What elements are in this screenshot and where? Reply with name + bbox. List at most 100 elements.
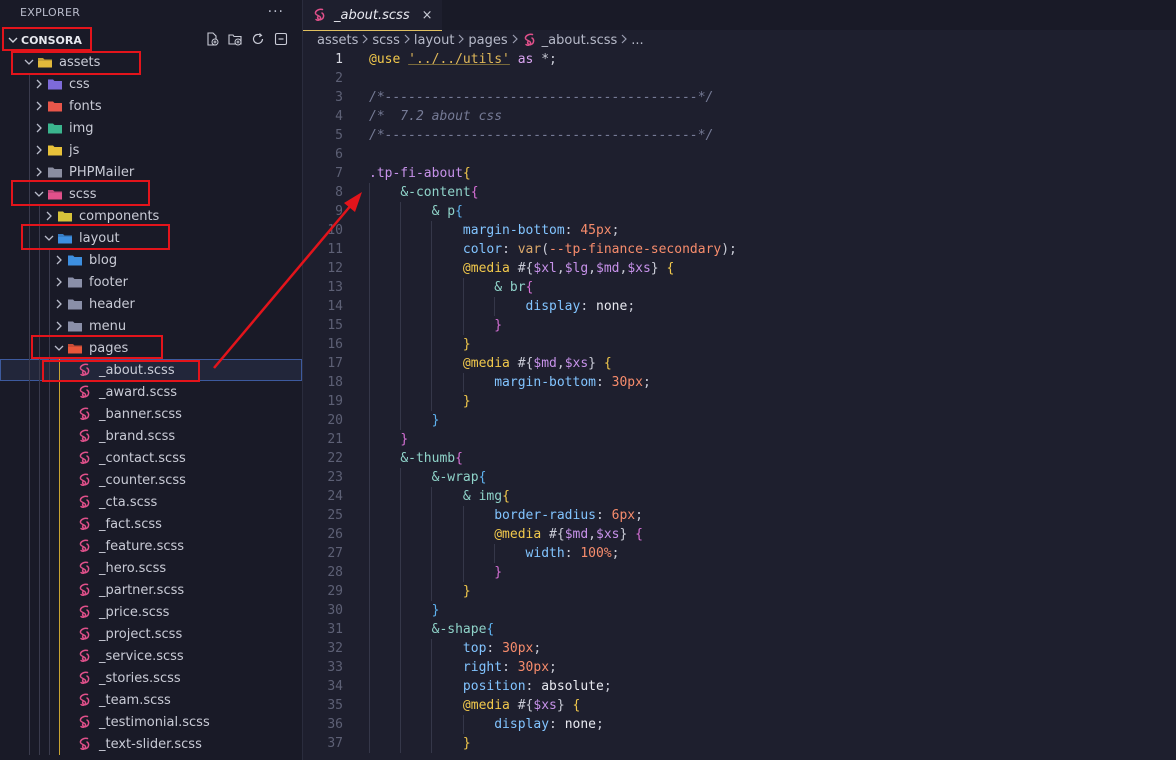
tab-about-scss[interactable]: _about.scss × [303, 0, 442, 31]
indent-guide [431, 487, 433, 506]
code-token: ; [533, 641, 542, 656]
code-token: ); [721, 242, 737, 257]
indent-guide [462, 373, 464, 392]
more-actions-icon[interactable]: ··· [268, 4, 284, 20]
code-token: display [525, 299, 581, 314]
file-item[interactable]: _fact.scss [0, 513, 302, 535]
close-icon[interactable]: × [422, 8, 433, 23]
line-number: 24 [327, 489, 343, 504]
breadcrumb-item[interactable]: assets [317, 33, 358, 48]
tree-item-label: _team.scss [99, 692, 171, 708]
indent-guide [400, 525, 402, 544]
file-item[interactable]: _text-slider.scss [0, 733, 302, 755]
folder-item[interactable]: menu [0, 315, 302, 337]
components-folder-icon [57, 208, 73, 224]
file-item[interactable]: _hero.scss [0, 557, 302, 579]
code-token: position [462, 679, 526, 694]
breadcrumb-item[interactable]: layout [414, 33, 455, 48]
code-line: 10 margin-bottom: 45px; [303, 221, 1176, 240]
folder-item[interactable]: js [0, 139, 302, 161]
php-folder-icon [47, 164, 63, 180]
indent-guide [400, 297, 402, 316]
workspace-name: CONSORA [21, 33, 82, 47]
file-item[interactable]: _brand.scss [0, 425, 302, 447]
file-item[interactable]: _price.scss [0, 601, 302, 623]
indent-guide [400, 335, 402, 354]
code-text: @use '../../utils' as *; [343, 50, 557, 69]
folder-item[interactable]: pages [0, 337, 302, 359]
folder-item[interactable]: components [0, 205, 302, 227]
code-token: $lg [564, 261, 589, 276]
code-text: & p{ [343, 202, 463, 221]
indent-guide [431, 582, 433, 601]
chevron-right-icon [403, 33, 411, 48]
tab-bar: _about.scss × [303, 0, 1176, 31]
folder-item[interactable]: scss [0, 183, 302, 205]
breadcrumb-item[interactable]: pages [468, 33, 507, 48]
indent-guide [369, 278, 370, 297]
folder-item[interactable]: css [0, 73, 302, 95]
file-item[interactable]: _about.scss [0, 359, 302, 381]
file-item[interactable]: _project.scss [0, 623, 302, 645]
file-item[interactable]: _service.scss [0, 645, 302, 667]
file-item[interactable]: _contact.scss [0, 447, 302, 469]
tree-item-label: _project.scss [99, 626, 183, 642]
file-item[interactable]: _partner.scss [0, 579, 302, 601]
line-number: 21 [327, 432, 343, 447]
breadcrumb-item[interactable]: _about.scss [542, 33, 618, 48]
tree-item-label: _price.scss [99, 604, 170, 620]
code-token: $xs [533, 698, 557, 713]
breadcrumb-item[interactable]: scss [372, 33, 399, 48]
line-number: 34 [327, 679, 343, 694]
code-token: @media [462, 356, 510, 371]
code-line: 8 &-content{ [303, 183, 1176, 202]
indent-guide [369, 183, 370, 202]
code-text: border-radius: 6px; [343, 506, 643, 525]
folder-item[interactable]: fonts [0, 95, 302, 117]
refresh-icon[interactable] [251, 32, 265, 46]
chevron-right-icon [620, 33, 628, 48]
code-editor[interactable]: 1 @use '../../utils' as *; 2 3/*-----------… [303, 50, 1176, 753]
folder-item[interactable]: PHPMailer [0, 161, 302, 183]
folder-item[interactable]: footer [0, 271, 302, 293]
indent-guide [431, 392, 433, 411]
sass-file-icon [77, 384, 93, 400]
indent-guide [431, 677, 433, 696]
indent-guide [369, 430, 370, 449]
folder-item[interactable]: img [0, 117, 302, 139]
workspace-root[interactable]: CONSORA [0, 29, 302, 51]
folder-item[interactable]: assets [0, 51, 302, 73]
breadcrumb-item[interactable]: ... [631, 33, 643, 48]
indent-guide [462, 297, 464, 316]
indent-guide [431, 259, 433, 278]
file-item[interactable]: _counter.scss [0, 469, 302, 491]
indent-guide [431, 658, 433, 677]
line-number: 19 [327, 394, 343, 409]
new-folder-icon[interactable] [228, 32, 242, 46]
file-item[interactable]: _banner.scss [0, 403, 302, 425]
folder-item[interactable]: layout [0, 227, 302, 249]
file-item[interactable]: _cta.scss [0, 491, 302, 513]
chevron-down-icon [41, 230, 57, 246]
indent-guide [400, 259, 402, 278]
code-token: /*--------------------------------------… [369, 90, 714, 105]
code-token: right [462, 660, 503, 675]
code-text: @media #{$md,$xs} { [343, 525, 643, 544]
indent-guide [431, 278, 433, 297]
new-file-icon[interactable] [205, 32, 219, 46]
folder-item[interactable]: blog [0, 249, 302, 271]
file-item[interactable]: _team.scss [0, 689, 302, 711]
folder-item[interactable]: header [0, 293, 302, 315]
file-item[interactable]: _award.scss [0, 381, 302, 403]
chevron-right-icon [51, 252, 67, 268]
file-item[interactable]: _feature.scss [0, 535, 302, 557]
collapse-all-icon[interactable] [274, 32, 288, 46]
file-item[interactable]: _stories.scss [0, 667, 302, 689]
file-item[interactable]: _testimonial.scss [0, 711, 302, 733]
code-token: &-content [400, 185, 471, 200]
code-line: 19 } [303, 392, 1176, 411]
